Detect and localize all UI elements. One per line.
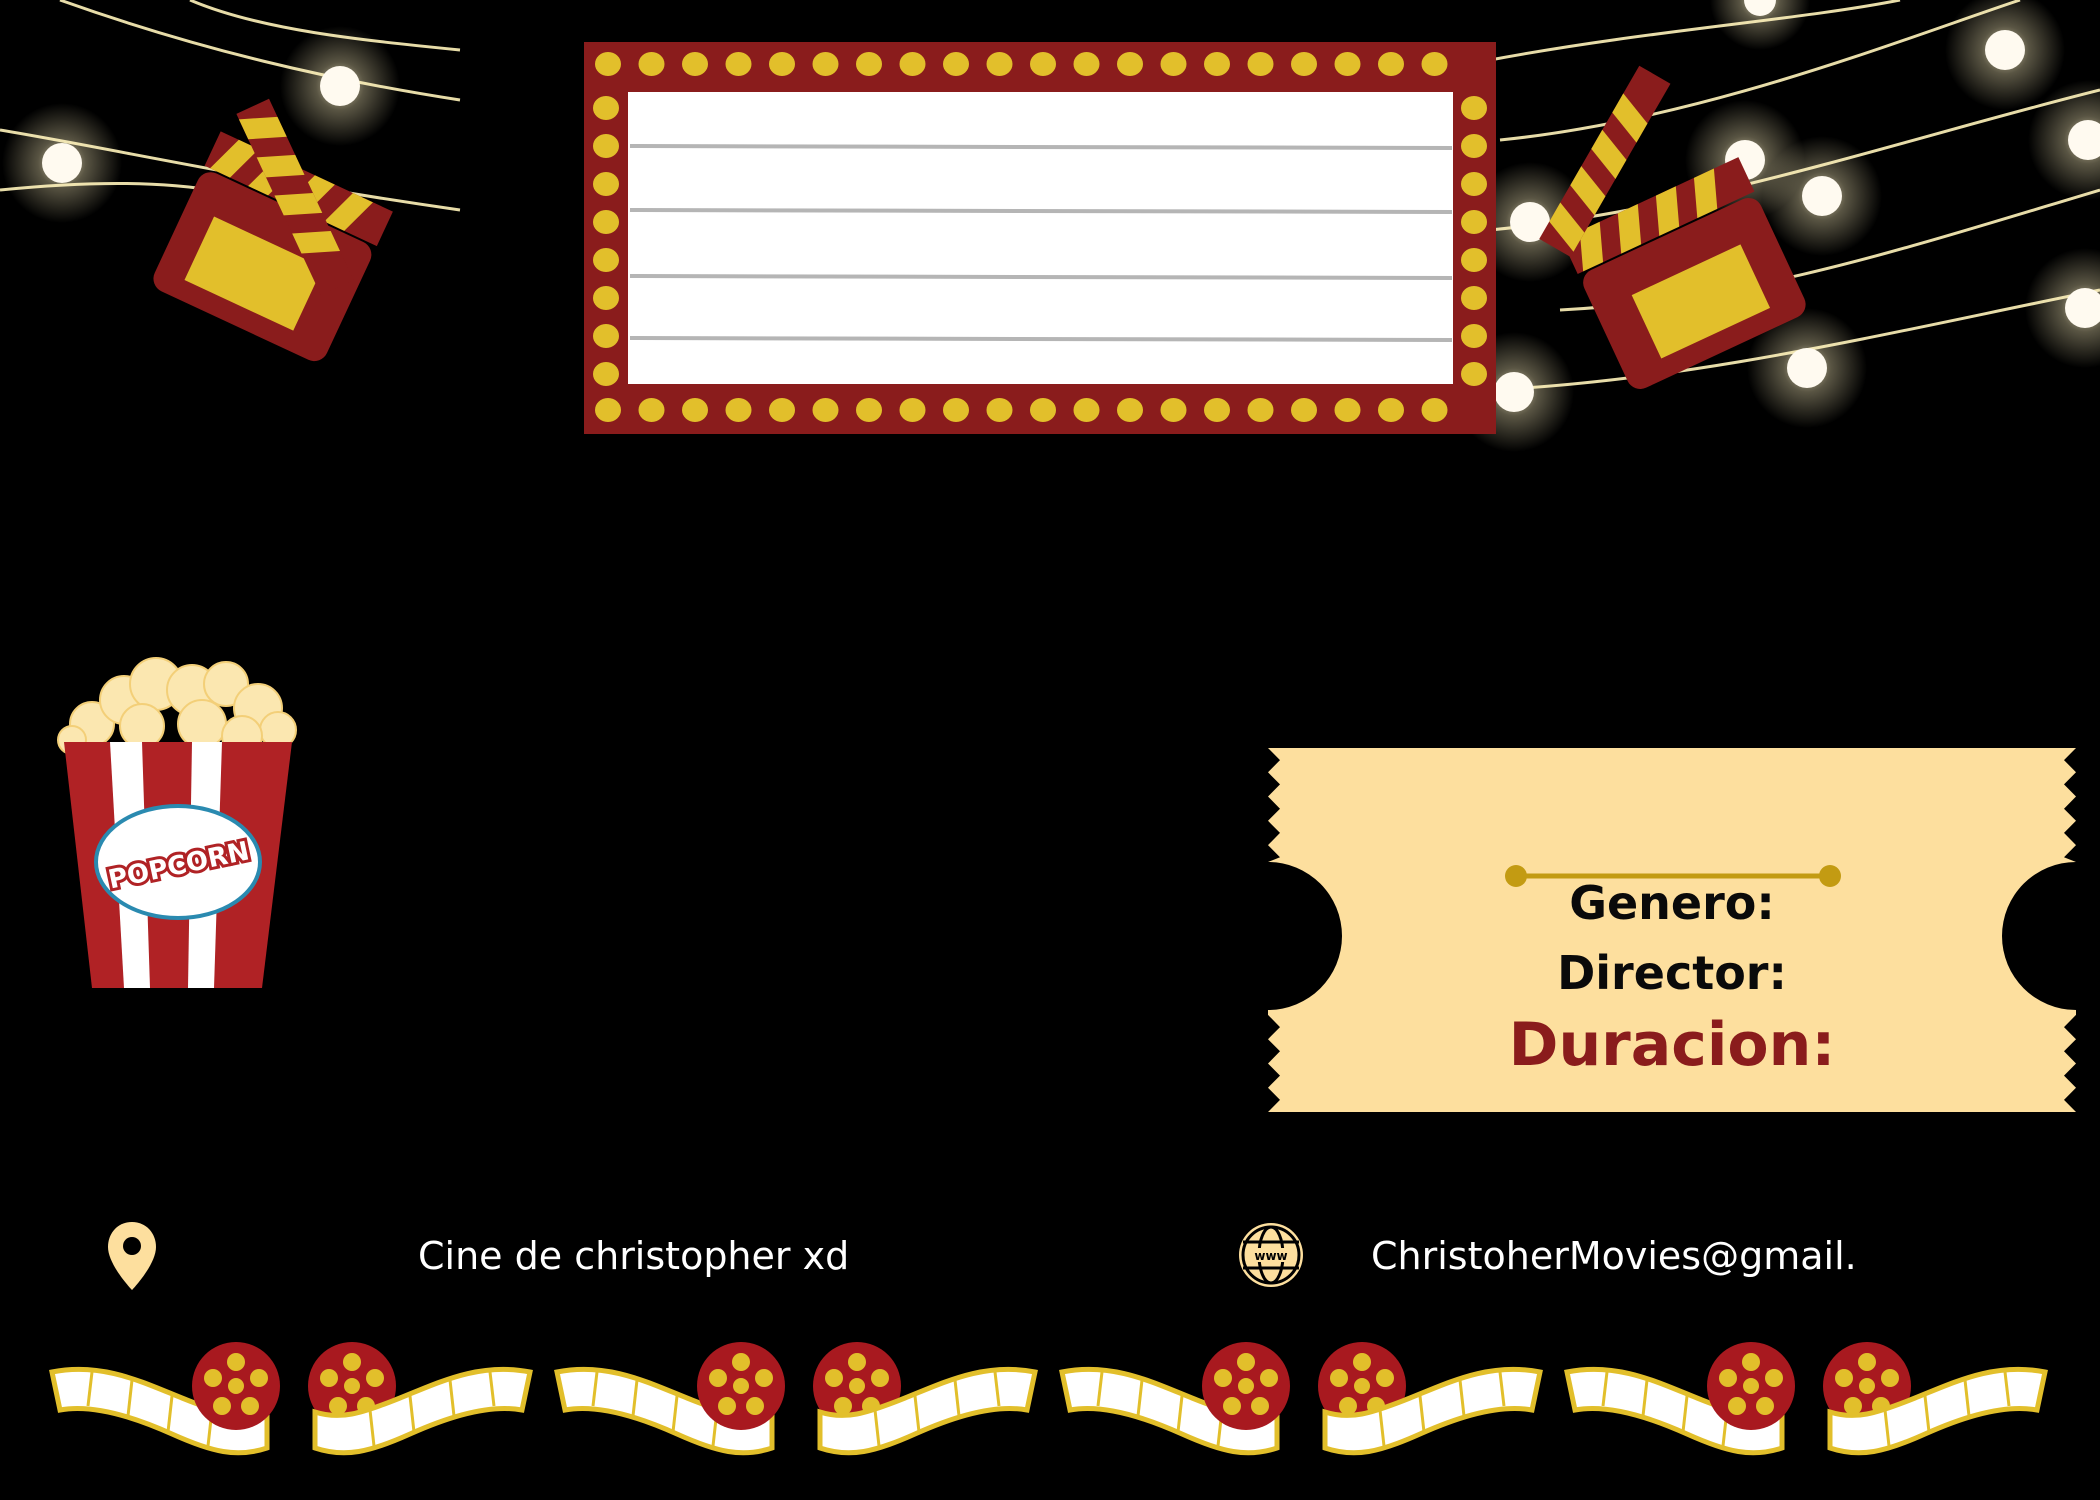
popcorn-icon: POPCORN — [57, 657, 297, 988]
film-reel-group — [1567, 1342, 2045, 1453]
director-label: Director: — [1557, 946, 1787, 1000]
marquee-sign — [584, 42, 1496, 434]
top-decoration — [0, 0, 2100, 452]
poster-canvas: POPCORN Genero: Director: Duracion: Cine… — [0, 0, 2100, 1500]
globe-www-icon: www — [1239, 1223, 1303, 1287]
film-reel-group — [1062, 1342, 1540, 1453]
genre-label: Genero: — [1569, 876, 1775, 930]
address-text: Cine de christopher xd — [418, 1234, 850, 1278]
film-reel-group — [557, 1342, 1035, 1453]
www-label: www — [1254, 1249, 1287, 1263]
film-reel-group — [52, 1342, 530, 1453]
email-text: ChristoherMovies@gmail. — [1371, 1234, 1857, 1278]
location-pin-icon — [108, 1222, 156, 1290]
film-reel-border — [0, 1330, 2100, 1470]
duration-label: Duracion: — [1508, 1010, 1836, 1080]
